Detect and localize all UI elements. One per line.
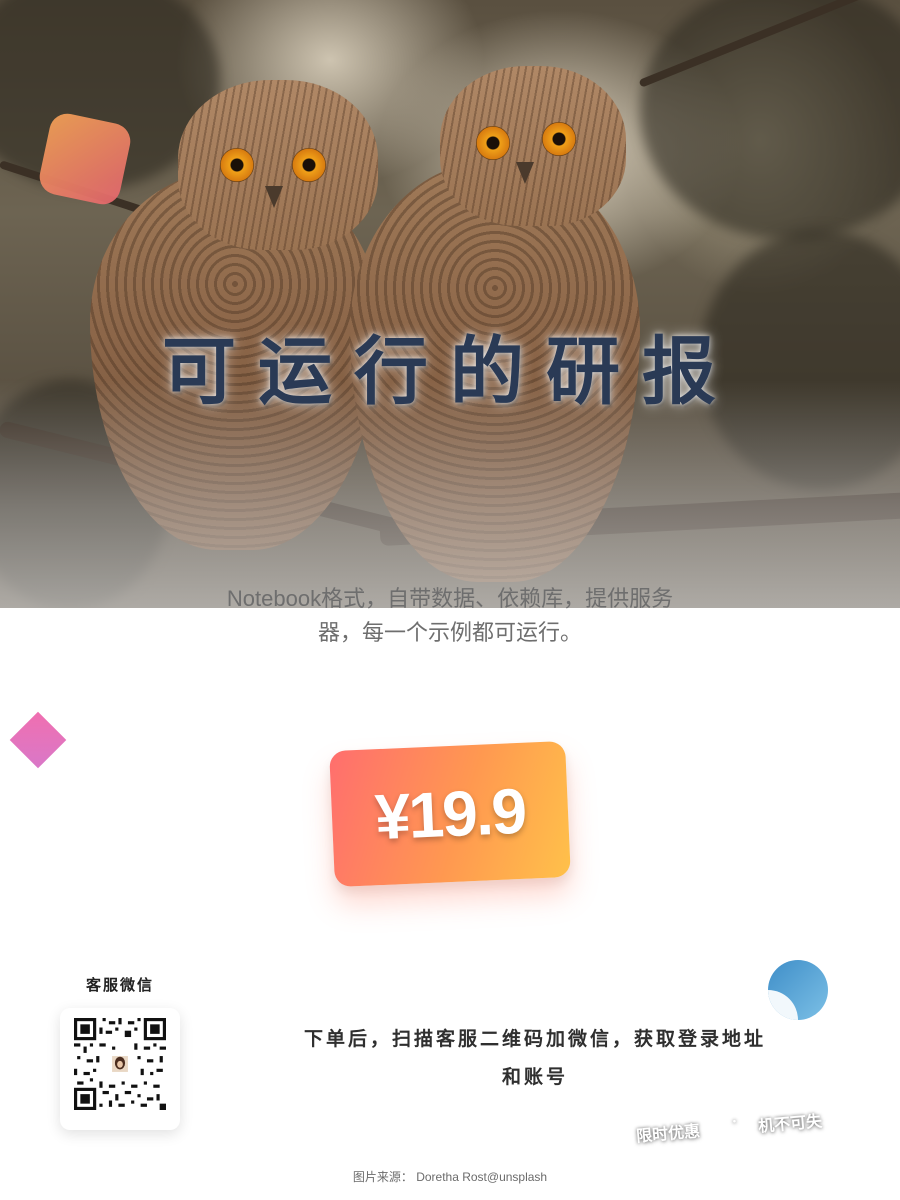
qr-code-card[interactable]	[60, 1008, 180, 1130]
owl-beak	[516, 162, 534, 184]
hero-photo	[0, 0, 900, 608]
decorative-diamond	[9, 711, 67, 769]
hero-subtitle: Notebook格式，自带数据、依赖库，提供服务器，每一个示例都可运行。	[226, 586, 674, 645]
promo-left: 限时优惠	[635, 1121, 701, 1146]
customer-service-label: 客服微信	[85, 976, 154, 994]
decorative-square	[36, 110, 134, 208]
owl-eye	[220, 148, 254, 182]
promo-banner: 限时优惠 · 机不可失	[628, 1108, 868, 1148]
price-label: ¥19.9	[373, 774, 527, 854]
image-credit: 图片来源： Doretha Rost@unsplash	[352, 1170, 548, 1184]
hero-title: 可运行的研报	[162, 329, 738, 415]
decorative-circle-notch	[768, 990, 798, 1020]
price-badge[interactable]: ¥19.9	[329, 740, 571, 888]
promo-right: 机不可失	[757, 1111, 823, 1136]
owl-eye	[542, 122, 576, 156]
owl-eye	[292, 148, 326, 182]
owl-head	[178, 80, 378, 250]
owl-head	[440, 66, 626, 226]
foliage-shadow	[640, 0, 900, 240]
purchase-instructions: 下单后，扫描客服二维码加微信，获取登录地址和账号	[303, 1028, 766, 1088]
owl-eye	[476, 126, 510, 160]
qr-code-icon	[74, 1018, 166, 1110]
decorative-circle	[768, 960, 828, 1020]
promo-separator: ·	[732, 1114, 737, 1130]
owl-beak	[265, 186, 283, 208]
